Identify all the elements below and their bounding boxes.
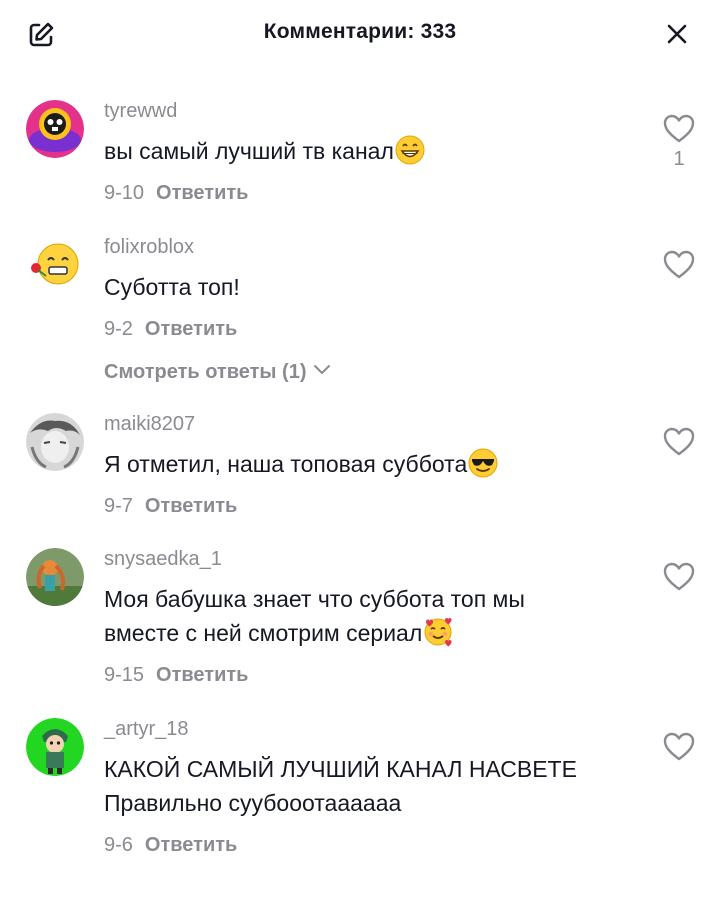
comment-text-line: вместе с ней смотрим сериал <box>104 620 423 646</box>
comment-text: Я отметил, наша топовая суббота <box>104 447 498 481</box>
heart-icon <box>663 562 695 591</box>
chevron-down-icon <box>313 365 330 374</box>
comment-item: maiki8207 Я отметил, наша топовая суббот… <box>0 413 720 533</box>
view-replies-label: Смотреть ответы (1) <box>104 361 307 383</box>
sunglasses-face-icon <box>468 448 498 478</box>
comment-username[interactable]: snysaedka_1 <box>104 548 222 571</box>
avatar[interactable] <box>26 413 84 471</box>
reply-button[interactable]: Ответить <box>156 182 248 204</box>
like-button[interactable] <box>662 730 696 764</box>
reply-button[interactable]: Ответить <box>145 834 237 856</box>
comment-meta: 9-10 Ответить <box>104 182 248 205</box>
page-title: Комментарии: 333 <box>263 20 457 43</box>
heart-icon <box>663 732 695 761</box>
comment-date: 9-7 <box>104 495 133 517</box>
avatar[interactable] <box>26 236 84 294</box>
heart-icon <box>663 427 695 456</box>
like-button[interactable] <box>662 248 696 282</box>
avatar[interactable] <box>26 548 84 606</box>
like-count: 1 <box>673 148 685 170</box>
smiling-face-with-hearts-icon <box>423 617 453 647</box>
comment-text: вы самый лучший тв канал <box>104 134 425 168</box>
comment-text: Суботта топ! <box>104 270 240 304</box>
like-button[interactable] <box>662 560 696 594</box>
comment-item: tyrewwd вы самый лучший тв канал 9-10 Отв… <box>0 100 720 220</box>
comment-item: _artyr_18 КАКОЙ САМЫЙ ЛУЧШИЙ КАНАЛ НАСВЕ… <box>0 718 720 868</box>
grinning-face-icon <box>395 135 425 165</box>
comment-meta: 9-15 Ответить <box>104 664 248 687</box>
like-button[interactable] <box>662 425 696 459</box>
like-button[interactable] <box>662 112 696 146</box>
comment-date: 9-2 <box>104 318 133 340</box>
comment-date: 9-15 <box>104 664 145 686</box>
avatar[interactable] <box>26 100 84 158</box>
reply-button[interactable]: Ответить <box>156 664 248 686</box>
comment-meta: 9-2 Ответить <box>104 318 237 341</box>
close-icon[interactable] <box>664 21 690 47</box>
comment-text-line: Правильно суубооотаааааа <box>104 790 402 816</box>
comment-text-line: КАКОЙ САМЫЙ ЛУЧШИЙ КАНАЛ НАСВЕТЕ <box>104 756 577 782</box>
comment-text: КАКОЙ САМЫЙ ЛУЧШИЙ КАНАЛ НАСВЕТЕ Правиль… <box>104 752 577 820</box>
reply-button[interactable]: Ответить <box>145 318 237 340</box>
comment-username[interactable]: _artyr_18 <box>104 718 189 741</box>
heart-icon <box>663 114 695 143</box>
comment-text-line: Моя бабушка знает что суббота топ мы <box>104 586 525 612</box>
reply-button[interactable]: Ответить <box>145 495 237 517</box>
heart-icon <box>663 250 695 279</box>
comment-username[interactable]: tyrewwd <box>104 100 177 123</box>
comment-meta: 9-7 Ответить <box>104 495 237 518</box>
comment-text-content: Я отметил, наша топовая суббота <box>104 451 468 477</box>
comment-item: folixroblox Суботта топ! 9-2 Ответить Смо… <box>0 236 720 396</box>
comment-username[interactable]: maiki8207 <box>104 413 195 436</box>
comment-text-content: вы самый лучший тв канал <box>104 138 394 164</box>
avatar[interactable] <box>26 718 84 776</box>
comment-meta: 9-6 Ответить <box>104 834 237 857</box>
comment-text-content: Суботта топ! <box>104 274 240 300</box>
comment-item: snysaedka_1 Моя бабушка знает что суббот… <box>0 548 720 698</box>
view-replies-button[interactable]: Смотреть ответы (1) <box>104 361 331 384</box>
comment-username[interactable]: folixroblox <box>104 236 194 259</box>
comment-text: Моя бабушка знает что суббота топ мы вме… <box>104 582 525 650</box>
comment-date: 9-10 <box>104 182 145 204</box>
comments-header: Комментарии: 333 <box>0 0 720 70</box>
comment-date: 9-6 <box>104 834 133 856</box>
